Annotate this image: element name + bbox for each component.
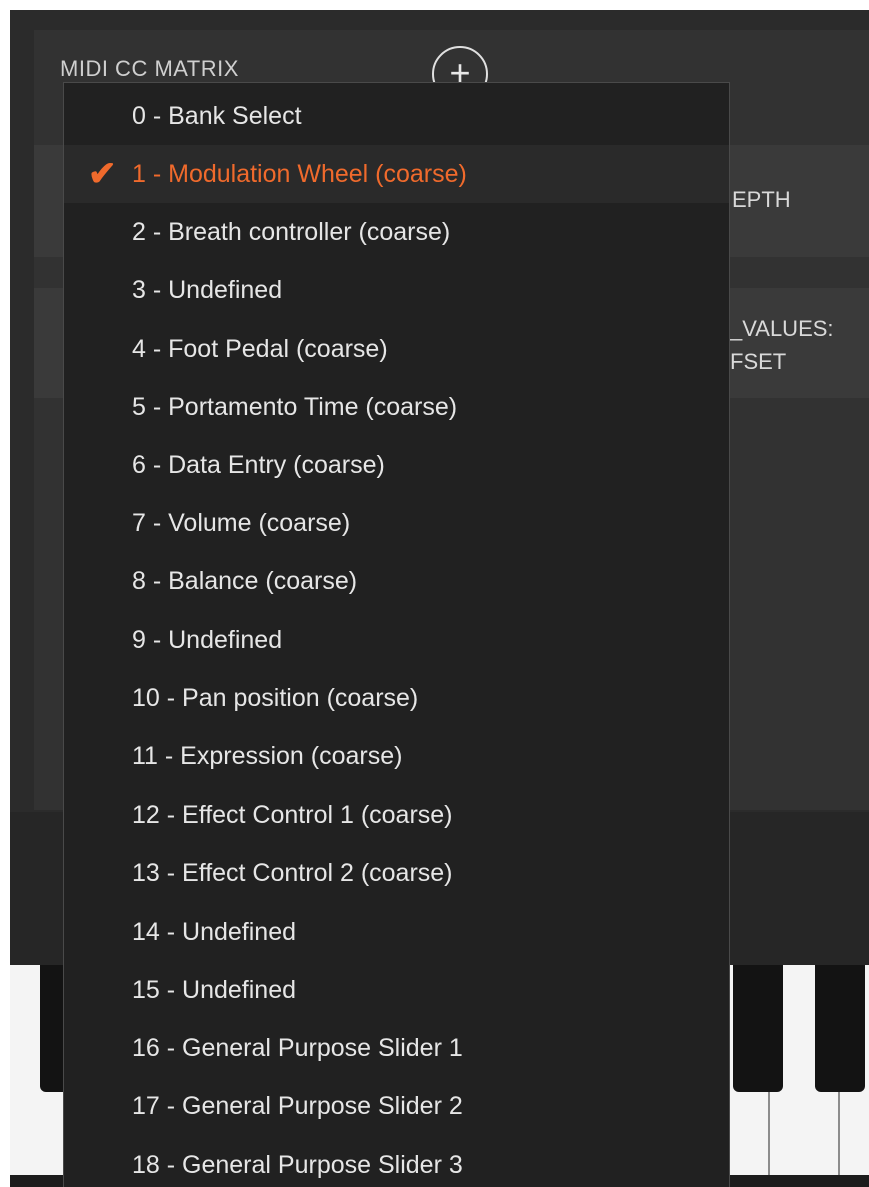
- values-label: _VALUES:: [730, 316, 834, 341]
- black-key[interactable]: [733, 965, 783, 1092]
- menu-item[interactable]: 14 - Undefined: [64, 903, 729, 961]
- menu-item[interactable]: 9 - Undefined: [64, 611, 729, 669]
- menu-item[interactable]: 6 - Data Entry (coarse): [64, 436, 729, 494]
- menu-item-label: 1 - Modulation Wheel (coarse): [132, 160, 467, 188]
- menu-item[interactable]: 18 - General Purpose Slider 3: [64, 1136, 729, 1187]
- menu-item[interactable]: 17 - General Purpose Slider 2: [64, 1077, 729, 1135]
- menu-item[interactable]: 5 - Portamento Time (coarse): [64, 378, 729, 436]
- menu-item[interactable]: 0 - Bank Select: [64, 87, 729, 145]
- menu-item[interactable]: 11 - Expression (coarse): [64, 727, 729, 785]
- menu-item-selected[interactable]: ✔ 1 - Modulation Wheel (coarse): [64, 145, 729, 203]
- menu-item[interactable]: 2 - Breath controller (coarse): [64, 203, 729, 261]
- black-key[interactable]: [815, 965, 865, 1092]
- menu-item[interactable]: 3 - Undefined: [64, 261, 729, 319]
- depth-label: EPTH: [732, 187, 791, 212]
- menu-item[interactable]: 4 - Foot Pedal (coarse): [64, 320, 729, 378]
- menu-item[interactable]: 8 - Balance (coarse): [64, 552, 729, 610]
- offset-label: FSET: [730, 349, 787, 374]
- menu-item[interactable]: 7 - Volume (coarse): [64, 494, 729, 552]
- page-title: MIDI CC MATRIX: [60, 56, 239, 81]
- checkmark-icon: ✔: [88, 155, 117, 193]
- cc-dropdown-menu[interactable]: 0 - Bank Select ✔ 1 - Modulation Wheel (…: [63, 82, 730, 1187]
- menu-item[interactable]: 16 - General Purpose Slider 1: [64, 1019, 729, 1077]
- menu-item[interactable]: 13 - Effect Control 2 (coarse): [64, 844, 729, 902]
- menu-item[interactable]: 10 - Pan position (coarse): [64, 669, 729, 727]
- menu-item[interactable]: 12 - Effect Control 1 (coarse): [64, 786, 729, 844]
- menu-item[interactable]: 15 - Undefined: [64, 961, 729, 1019]
